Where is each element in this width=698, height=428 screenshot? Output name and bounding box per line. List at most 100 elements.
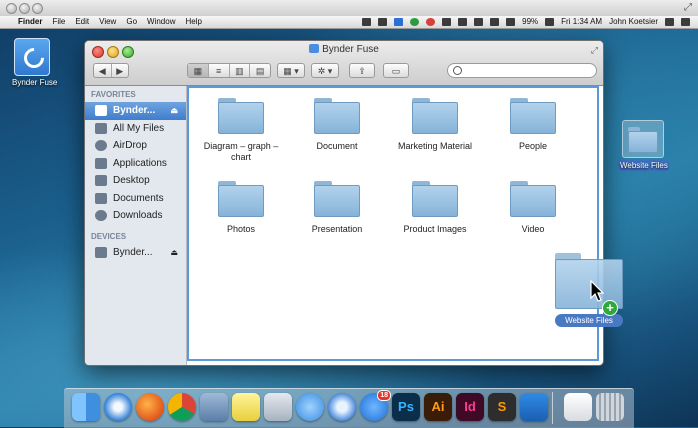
preview-app-icon[interactable] bbox=[264, 393, 292, 421]
menu-file[interactable]: File bbox=[52, 16, 65, 28]
cover-flow-button[interactable]: ▤ bbox=[250, 64, 270, 77]
visual-studio-code-app-icon[interactable] bbox=[520, 393, 548, 421]
messages-app-icon[interactable] bbox=[296, 393, 324, 421]
sidebar-header-devices: DEVICES bbox=[91, 231, 127, 241]
folder-icon bbox=[314, 98, 360, 134]
eject-icon[interactable]: ⏏ bbox=[170, 244, 178, 262]
forward-button[interactable]: ▶ bbox=[112, 64, 129, 77]
folder-item-presentation[interactable]: Presentation bbox=[289, 181, 385, 235]
itunes-app-icon[interactable] bbox=[328, 393, 356, 421]
sidebar: FAVORITES Bynder... ⏏ All My Files AirDr… bbox=[85, 86, 187, 365]
mail-app-icon[interactable] bbox=[200, 393, 228, 421]
app-store-app-icon[interactable]: 18 bbox=[360, 390, 391, 421]
sublime-text-app-icon[interactable]: S bbox=[488, 393, 516, 421]
search-input[interactable] bbox=[464, 65, 589, 76]
status-icon-3[interactable] bbox=[442, 18, 452, 26]
back-button[interactable]: ◀ bbox=[94, 64, 112, 77]
notification-center-icon[interactable] bbox=[681, 18, 690, 26]
folder-icon bbox=[412, 181, 458, 217]
dock: 18 Ps Ai Id S bbox=[64, 388, 634, 428]
sidebar-item-bynder[interactable]: Bynder... ⏏ bbox=[85, 102, 186, 120]
indesign-app-icon[interactable]: Id bbox=[456, 393, 484, 421]
all-files-icon bbox=[95, 122, 107, 134]
chrome-app-icon[interactable] bbox=[168, 393, 196, 421]
folder-item-product-images[interactable]: Product Images bbox=[387, 181, 483, 235]
menu-finder[interactable]: Finder bbox=[18, 16, 42, 28]
outer-maximize-icon[interactable] bbox=[32, 3, 43, 14]
menu-edit[interactable]: Edit bbox=[75, 16, 89, 28]
dragged-folder-website-files[interactable]: Website Files bbox=[544, 253, 634, 327]
bluetooth-icon[interactable] bbox=[474, 18, 484, 26]
volume-icon[interactable] bbox=[506, 18, 516, 26]
folder-icon bbox=[218, 98, 264, 134]
folder-item-marketing-material[interactable]: Marketing Material bbox=[387, 98, 483, 152]
column-view-button[interactable]: ▥ bbox=[230, 64, 251, 77]
icon-view-button[interactable]: ▦ bbox=[188, 64, 209, 77]
share-button[interactable]: ⇪ bbox=[349, 63, 375, 78]
menubar-user[interactable]: John Koetsier bbox=[609, 16, 658, 28]
status-icon-1[interactable] bbox=[362, 18, 372, 26]
fullscreen-icon[interactable]: ⤢ bbox=[684, 2, 692, 13]
finder-app-icon[interactable] bbox=[72, 393, 100, 421]
illustrator-app-icon[interactable]: Ai bbox=[424, 393, 452, 421]
sidebar-item-device-bynder[interactable]: Bynder... ⏏ bbox=[85, 244, 186, 262]
bynder-status-icon[interactable] bbox=[394, 18, 404, 26]
folder-item-people[interactable]: People bbox=[485, 98, 581, 152]
battery-percent[interactable]: 99% bbox=[522, 16, 538, 28]
photoshop-app-icon[interactable]: Ps bbox=[392, 393, 420, 421]
folder-item-diagram[interactable]: Diagram – graph – chart bbox=[193, 98, 289, 163]
sidebar-item-downloads[interactable]: Downloads bbox=[85, 207, 186, 225]
folder-item-video[interactable]: Video bbox=[485, 181, 581, 235]
wifi-icon[interactable] bbox=[490, 18, 500, 26]
stickies-app-icon[interactable] bbox=[232, 393, 260, 421]
action-gear-button[interactable]: ✲ ▾ bbox=[311, 63, 339, 78]
search-icon bbox=[453, 66, 462, 75]
sidebar-item-all-my-files[interactable]: All My Files bbox=[85, 120, 186, 138]
status-icon-2[interactable] bbox=[378, 18, 388, 26]
menu-window[interactable]: Window bbox=[147, 16, 175, 28]
outer-window-chrome: ⤢ bbox=[0, 0, 698, 17]
status-icon-green[interactable] bbox=[410, 18, 420, 26]
status-icon-red[interactable] bbox=[426, 18, 436, 26]
outer-minimize-icon[interactable] bbox=[19, 3, 30, 14]
folder-icon bbox=[412, 98, 458, 134]
menu-view[interactable]: View bbox=[99, 16, 116, 28]
safari-app-icon[interactable] bbox=[104, 393, 132, 421]
desktop-icon-bynder-fuse[interactable]: Bynder Fuse bbox=[12, 38, 57, 87]
airdrop-icon bbox=[95, 140, 107, 151]
sidebar-item-desktop[interactable]: Desktop bbox=[85, 172, 186, 190]
document-stack-icon[interactable] bbox=[564, 393, 592, 421]
list-view-button[interactable]: ≡ bbox=[209, 64, 230, 77]
desktop-icon bbox=[95, 175, 107, 186]
time-machine-icon[interactable] bbox=[458, 18, 468, 26]
search-field[interactable] bbox=[447, 63, 597, 78]
drive-icon bbox=[95, 105, 107, 116]
sidebar-item-documents[interactable]: Documents bbox=[85, 190, 186, 208]
sidebar-item-airdrop[interactable]: AirDrop bbox=[85, 137, 186, 155]
bynder-drive-icon bbox=[309, 44, 320, 53]
dragged-folder-label: Website Files bbox=[555, 314, 623, 327]
sidebar-item-applications[interactable]: Applications bbox=[85, 155, 186, 173]
battery-icon[interactable] bbox=[545, 18, 555, 26]
menubar-clock[interactable]: Fri 1:34 AM bbox=[561, 16, 602, 28]
folder-item-document[interactable]: Document bbox=[289, 98, 385, 152]
menu-go[interactable]: Go bbox=[126, 16, 137, 28]
eject-icon[interactable]: ⏏ bbox=[170, 102, 178, 120]
fullscreen-icon[interactable]: ⤢ bbox=[591, 45, 598, 56]
trash-icon[interactable] bbox=[596, 393, 624, 421]
app-store-badge: 18 bbox=[377, 390, 391, 401]
firefox-app-icon[interactable] bbox=[136, 393, 164, 421]
dock-separator bbox=[552, 392, 553, 424]
folder-item-photos[interactable]: Photos bbox=[193, 181, 289, 235]
arrange-button[interactable]: ▦ ▾ bbox=[277, 63, 305, 78]
menu-help[interactable]: Help bbox=[185, 16, 201, 28]
tags-button[interactable]: ▭ bbox=[383, 63, 409, 78]
desktop-icon-website-files[interactable]: Website Files bbox=[617, 120, 669, 171]
view-mode-control: ▦ ≡ ▥ ▤ bbox=[187, 63, 271, 78]
outer-close-icon[interactable] bbox=[6, 3, 17, 14]
folder-content-area[interactable]: Diagram – graph – chart Document Marketi… bbox=[187, 86, 599, 361]
folder-icon bbox=[510, 98, 556, 134]
window-title: Bynder Fuse bbox=[85, 44, 603, 55]
spotlight-icon[interactable] bbox=[665, 18, 674, 26]
documents-icon bbox=[95, 192, 107, 204]
